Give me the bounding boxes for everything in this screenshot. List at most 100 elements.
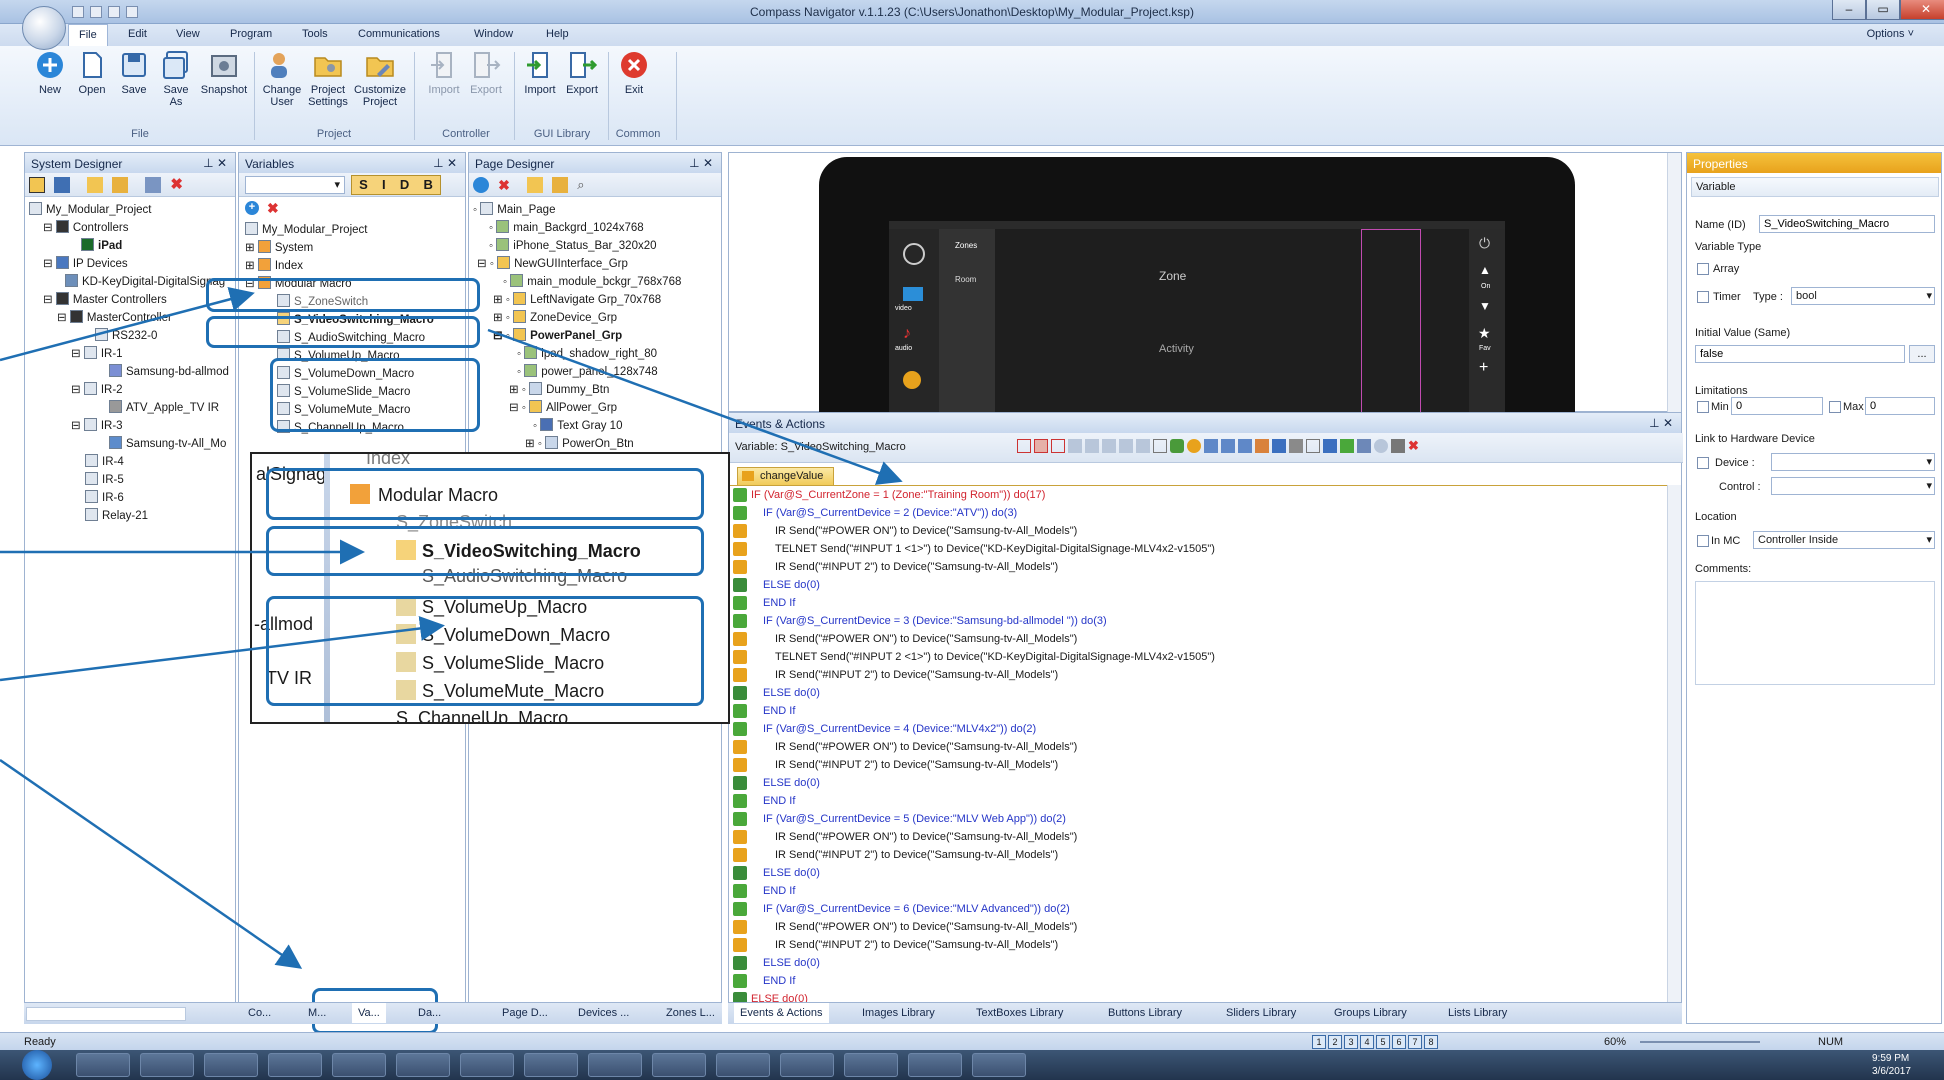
tree-item[interactable]: ⊟ IR-2 bbox=[25, 381, 235, 399]
device-checkbox[interactable] bbox=[1697, 457, 1709, 469]
filter-string[interactable]: S bbox=[359, 176, 368, 194]
tree-item[interactable]: S_AudioSwitching_Macro bbox=[239, 329, 465, 347]
location-select[interactable]: Controller Inside ▾ bbox=[1753, 531, 1935, 549]
media-player-icon[interactable] bbox=[140, 1053, 194, 1077]
tree-item[interactable]: ⊟ Modular Macro bbox=[239, 275, 465, 293]
tree-item[interactable]: ⊟ MasterController bbox=[25, 309, 235, 327]
tab-devices[interactable]: Devices ... bbox=[572, 1003, 635, 1023]
close-button[interactable]: ✕ bbox=[1900, 0, 1944, 20]
app-menu-orb[interactable] bbox=[22, 6, 66, 50]
type-select[interactable]: bool ▾ bbox=[1791, 287, 1935, 305]
max-checkbox[interactable] bbox=[1829, 401, 1841, 413]
page-icon[interactable] bbox=[1323, 439, 1337, 453]
page-button[interactable]: 7 bbox=[1408, 1035, 1422, 1049]
code-line[interactable]: IF (Var@S_CurrentDevice = 2 (Device:"ATV… bbox=[729, 504, 1669, 522]
menu-communications[interactable]: Communications bbox=[358, 28, 440, 40]
power-icon[interactable]: ⏻ bbox=[1479, 235, 1490, 252]
code-line[interactable]: IF (Var@S_CurrentDevice = 4 (Device:"MLV… bbox=[729, 720, 1669, 738]
tab-buttons-library[interactable]: Buttons Library bbox=[1102, 1003, 1188, 1023]
tree-item[interactable]: iPad bbox=[25, 237, 235, 255]
save-button[interactable]: Save bbox=[114, 50, 154, 96]
snipping-icon[interactable] bbox=[588, 1053, 642, 1077]
tab-groups-library[interactable]: Groups Library bbox=[1328, 1003, 1413, 1023]
tab-data[interactable]: Da... bbox=[412, 1003, 447, 1023]
options-menu[interactable]: Options ˅ bbox=[1867, 28, 1914, 40]
room-label[interactable]: Room bbox=[955, 275, 976, 284]
gui-import-button[interactable]: Import bbox=[520, 50, 560, 96]
tree-item[interactable]: ⊞ ◦ ZoneDevice_Grp bbox=[469, 309, 721, 327]
toolbar-icon[interactable] bbox=[87, 177, 104, 193]
tree-item[interactable]: ⊞ ◦ LeftNavigate Grp_70x768 bbox=[469, 291, 721, 309]
indent-icon[interactable] bbox=[1136, 439, 1150, 453]
device-select[interactable]: ▾ bbox=[1771, 453, 1935, 471]
pin-close-icon[interactable]: ⊥ ✕ bbox=[203, 156, 227, 170]
tree-item[interactable]: KD-KeyDigital-DigitalSignag bbox=[25, 273, 235, 291]
comment-icon[interactable] bbox=[1153, 439, 1167, 453]
tree-item[interactable]: ⊟ Controllers bbox=[25, 219, 235, 237]
name-field[interactable] bbox=[1759, 215, 1935, 233]
tree-item[interactable]: ◦ ipad_shadow_right_80 bbox=[469, 345, 721, 363]
tree-item[interactable]: ◦ power_panel_128x748 bbox=[469, 363, 721, 381]
page-button[interactable]: 1 bbox=[1312, 1035, 1326, 1049]
toolbar-icon[interactable] bbox=[112, 177, 129, 193]
delete-icon[interactable]: ✖ bbox=[498, 177, 514, 193]
exit-action-icon[interactable] bbox=[1391, 439, 1405, 453]
chrome-icon[interactable] bbox=[268, 1053, 322, 1077]
filter-double[interactable]: D bbox=[400, 176, 409, 194]
tab-macros[interactable]: M... bbox=[302, 1003, 332, 1023]
tree-item[interactable]: ◦ Main_Page bbox=[469, 201, 721, 219]
code-line[interactable]: IR Send("#POWER ON") to Device("Samsung-… bbox=[729, 918, 1669, 936]
goto-icon[interactable] bbox=[1170, 439, 1184, 453]
skype-icon[interactable] bbox=[460, 1053, 514, 1077]
menu-window[interactable]: Window bbox=[474, 28, 513, 40]
toolbar-icon[interactable] bbox=[145, 177, 162, 193]
undo-icon[interactable] bbox=[108, 6, 120, 18]
copy-icon[interactable] bbox=[1068, 439, 1082, 453]
code-line[interactable]: IR Send("#INPUT 2") to Device("Samsung-t… bbox=[729, 666, 1669, 684]
add-icon[interactable] bbox=[473, 177, 489, 193]
tree-item[interactable]: ◦ main_module_bckgr_768x768 bbox=[469, 273, 721, 291]
code-line[interactable]: IR Send("#INPUT 2") to Device("Samsung-t… bbox=[729, 756, 1669, 774]
page-button[interactable]: 8 bbox=[1424, 1035, 1438, 1049]
explorer-icon[interactable] bbox=[76, 1053, 130, 1077]
delete-icon[interactable]: ✖ bbox=[170, 177, 186, 193]
tab-zones[interactable]: Zones L... bbox=[660, 1003, 721, 1023]
tab-images-library[interactable]: Images Library bbox=[856, 1003, 941, 1023]
compass-navigator-icon[interactable] bbox=[716, 1053, 770, 1077]
rs232-icon[interactable] bbox=[1204, 439, 1218, 453]
code-line[interactable]: END If bbox=[729, 972, 1669, 990]
menu-help[interactable]: Help bbox=[546, 28, 569, 40]
code-line[interactable]: END If bbox=[729, 702, 1669, 720]
timer-checkbox[interactable] bbox=[1697, 291, 1709, 303]
tree-item[interactable]: Relay-21 bbox=[25, 507, 235, 525]
acrobat-icon[interactable] bbox=[972, 1053, 1026, 1077]
minimize-button[interactable]: – bbox=[1832, 0, 1866, 20]
relay-icon[interactable] bbox=[1255, 439, 1269, 453]
tree-item[interactable]: ⊞ ◦ Dummy_Btn bbox=[469, 381, 721, 399]
code-editor[interactable]: IF (Var@S_CurrentZone = 1 (Zone:"Trainin… bbox=[729, 485, 1669, 1003]
ir-action-icon[interactable] bbox=[1187, 439, 1201, 453]
tree-item[interactable]: S_ZoneSwitch bbox=[239, 293, 465, 311]
menu-edit[interactable]: Edit bbox=[128, 28, 147, 40]
code-line[interactable]: IR Send("#POWER ON") to Device("Samsung-… bbox=[729, 522, 1669, 540]
tree-item[interactable]: ◦ main_Backgrd_1024x768 bbox=[469, 219, 721, 237]
code-line[interactable]: TELNET Send("#INPUT 1 <1>") to Device("K… bbox=[729, 540, 1669, 558]
page-button[interactable]: 2 bbox=[1328, 1035, 1342, 1049]
initial-value-field[interactable] bbox=[1695, 345, 1905, 363]
tree-item[interactable]: ⊟ Master Controllers bbox=[25, 291, 235, 309]
teamviewer-icon[interactable] bbox=[524, 1053, 578, 1077]
control-select[interactable]: ▾ bbox=[1771, 477, 1935, 495]
delete-icon[interactable]: ✖ bbox=[1408, 439, 1422, 453]
tree-item[interactable]: IR-6 bbox=[25, 489, 235, 507]
tree-item[interactable]: ⊟ ◦ NewGUIInterface_Grp bbox=[469, 255, 721, 273]
calculator-icon[interactable] bbox=[396, 1053, 450, 1077]
add-end-icon[interactable] bbox=[1051, 439, 1065, 453]
code-line[interactable]: END If bbox=[729, 594, 1669, 612]
code-line[interactable]: ELSE do(0) bbox=[729, 954, 1669, 972]
controller-export-button[interactable]: Export bbox=[466, 50, 506, 96]
code-line[interactable]: IR Send("#INPUT 2") to Device("Samsung-t… bbox=[729, 846, 1669, 864]
tree-item[interactable]: RS232-0 bbox=[25, 327, 235, 345]
outlook-icon[interactable] bbox=[204, 1053, 258, 1077]
zoom-slider[interactable] bbox=[1640, 1041, 1760, 1043]
refresh-icon[interactable] bbox=[1374, 439, 1388, 453]
